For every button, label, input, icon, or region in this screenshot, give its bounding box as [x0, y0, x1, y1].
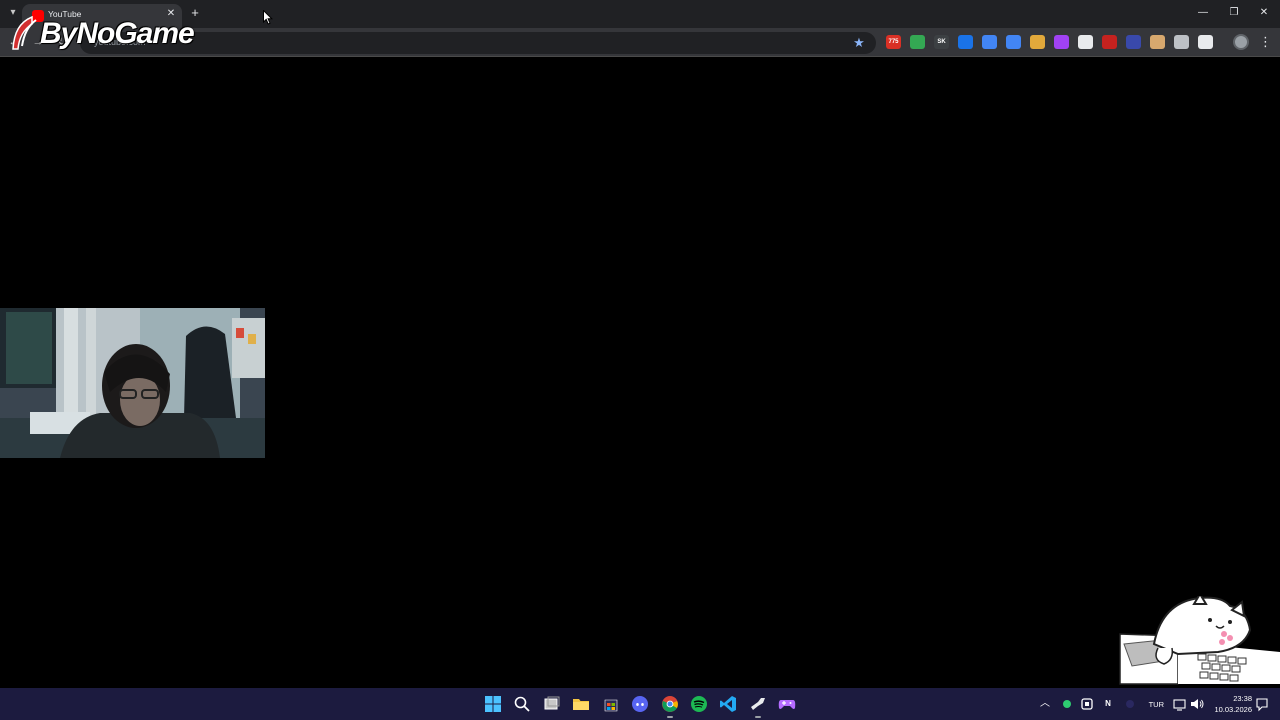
file-explorer-icon[interactable] — [572, 695, 590, 713]
tray-overflow-chevron-icon[interactable]: ︿ — [1036, 695, 1054, 713]
chrome-active-indicator — [667, 716, 673, 718]
ext-shield-icon[interactable] — [910, 35, 925, 49]
discord-icon[interactable] — [631, 695, 649, 713]
windows-start-icon[interactable] — [484, 695, 502, 713]
webcam-feed — [0, 308, 265, 458]
microsoft-store-icon[interactable] — [602, 695, 620, 713]
bynogame-logo: ByNoGame — [10, 14, 202, 54]
mouse-cursor-icon — [263, 10, 273, 25]
clock-time[interactable]: 23:38 — [1200, 694, 1252, 703]
extensions-puzzle-icon[interactable] — [1198, 35, 1213, 49]
ext-purple-icon[interactable] — [1054, 35, 1069, 49]
tray-green-status-icon[interactable] — [1058, 695, 1076, 713]
ext-red-square-icon[interactable] — [1102, 35, 1117, 49]
gamepad-icon[interactable] — [778, 695, 796, 713]
restore-icon[interactable]: ❐ — [1223, 4, 1245, 22]
ext-blue-square-icon[interactable] — [1126, 35, 1141, 49]
ext-voice-icon[interactable] — [982, 35, 997, 49]
notifications-icon[interactable] — [1253, 695, 1271, 713]
menu-kebab-icon[interactable]: ⋮ — [1259, 34, 1272, 50]
ext-storage-icon[interactable] — [1174, 35, 1189, 49]
ext-red-badge-icon[interactable]: 775 — [886, 35, 901, 49]
search-icon[interactable] — [513, 695, 531, 713]
task-view-icon[interactable] — [543, 695, 561, 713]
ext-monkey-icon[interactable] — [1150, 35, 1165, 49]
language-indicator[interactable]: TUR — [1142, 700, 1164, 709]
bongo-cat-overlay — [1118, 592, 1280, 688]
ext-blue-circle-icon[interactable] — [958, 35, 973, 49]
network-icon[interactable] — [1171, 695, 1189, 713]
ext-diamond-icon[interactable] — [1078, 35, 1093, 49]
tray-n-icon[interactable]: N — [1099, 695, 1117, 713]
windows-taskbar: ︿ N TUR 23:38 10.03.2026 — [0, 688, 1280, 720]
chrome-icon[interactable] — [661, 695, 679, 713]
logo-text: ByNoGame — [40, 17, 195, 50]
bookmark-star-icon[interactable]: ★ — [850, 34, 868, 52]
bongo-cat-image — [1119, 592, 1280, 685]
minimize-icon[interactable]: — — [1192, 4, 1214, 22]
vscode-icon[interactable] — [719, 695, 737, 713]
clock-date[interactable]: 10.03.2026 — [1200, 705, 1252, 714]
webcam-image — [0, 308, 265, 458]
steam-icon[interactable] — [749, 695, 767, 713]
tray-app-icon[interactable] — [1078, 695, 1096, 713]
ext-sk-icon[interactable]: SK — [934, 35, 949, 49]
profile-avatar[interactable] — [1233, 34, 1249, 50]
window-close-icon[interactable]: ✕ — [1253, 4, 1275, 22]
logo-feather-icon — [12, 16, 37, 50]
steam-active-indicator — [755, 716, 761, 718]
ext-translate-icon[interactable] — [1006, 35, 1021, 49]
ext-hand-icon[interactable] — [1030, 35, 1045, 49]
spotify-icon[interactable] — [690, 695, 708, 713]
tray-dark-icon[interactable] — [1121, 695, 1139, 713]
